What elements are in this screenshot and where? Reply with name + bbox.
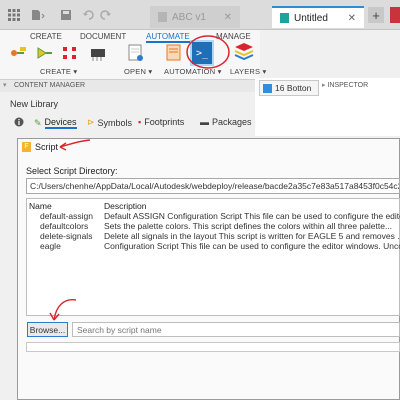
- open-group-label[interactable]: OPEN ▾: [124, 67, 152, 76]
- directory-label: Select Script Directory:: [26, 166, 118, 176]
- column-header-description[interactable]: Description: [104, 201, 147, 211]
- close-icon[interactable]: ✕: [224, 12, 232, 23]
- annotation-circle: [186, 35, 230, 69]
- script-description: Default ASSIGN Configuration Script This…: [104, 211, 400, 221]
- layers-icon[interactable]: [232, 40, 256, 62]
- save-icon[interactable]: [58, 8, 74, 22]
- tab-packages[interactable]: ▬ Packages: [200, 117, 252, 127]
- content-manager-title: CONTENT MANAGER: [14, 82, 86, 89]
- packages-icon: ▬: [200, 117, 209, 127]
- script-row[interactable]: eagle Configuration Script This file can…: [26, 242, 400, 251]
- file-menu-icon[interactable]: [30, 8, 46, 22]
- tab-label: Devices: [44, 117, 77, 129]
- script-name: defaultcolors: [40, 221, 89, 231]
- info-icon[interactable]: [14, 117, 24, 127]
- apps-grid-icon[interactable]: [6, 8, 22, 22]
- add-tab-button[interactable]: +: [368, 7, 384, 23]
- script-name: eagle: [40, 241, 61, 251]
- dialog-status-bar: [26, 342, 400, 352]
- library-title: New Library: [10, 99, 59, 109]
- tab-devices[interactable]: ✎ Devices: [34, 117, 77, 129]
- script-description: Configuration Script This file can be us…: [104, 241, 400, 251]
- layers-group-label[interactable]: LAYERS ▾: [230, 67, 267, 76]
- script-name: default-assign: [40, 211, 93, 221]
- script-description: Delete all signals in the layout This sc…: [104, 231, 400, 241]
- column-header-name[interactable]: Name: [29, 201, 52, 211]
- dialog-title: Script: [35, 142, 59, 152]
- tab-label: Footprints: [144, 117, 185, 127]
- ribbon-tab-create[interactable]: CREATE: [30, 32, 62, 41]
- tab-label: Symbols: [97, 117, 133, 128]
- layer-color-swatch: [263, 83, 272, 93]
- ulp-icon[interactable]: [162, 42, 186, 64]
- script-name: delete-signals: [40, 231, 93, 241]
- create-group-label[interactable]: CREATE ▾: [40, 67, 77, 76]
- annotation-arrow: [49, 299, 77, 321]
- footprints-icon: ▪: [138, 117, 142, 127]
- ribbon-tab-document[interactable]: DOCUMENT: [80, 32, 126, 41]
- redo-icon[interactable]: [98, 8, 114, 22]
- script-search-input[interactable]: [72, 322, 400, 337]
- app-tab-bar: ABC v1 ✕ Untitled ✕ +: [0, 0, 400, 30]
- script-row[interactable]: default-assign Default ASSIGN Configurat…: [26, 212, 400, 221]
- panel-toggle-icon[interactable]: ▸: [322, 82, 326, 89]
- script-row[interactable]: delete-signals Delete all signals in the…: [26, 232, 400, 241]
- tab-label: ABC v1: [172, 11, 206, 23]
- annotation-arrow: [59, 139, 91, 151]
- inspector-title: INSPECTOR: [327, 82, 369, 89]
- document-icon: [280, 13, 289, 23]
- create-package-icon[interactable]: [86, 42, 110, 64]
- undo-icon[interactable]: [80, 8, 96, 22]
- document-icon: [158, 12, 167, 22]
- create-symbol-icon[interactable]: [32, 42, 56, 64]
- tab-footprints[interactable]: ▪ Footprints: [138, 117, 184, 127]
- layer-selector[interactable]: 16 Botton: [259, 80, 319, 96]
- tab-untitled[interactable]: Untitled ✕: [272, 6, 364, 28]
- layer-selector-label: 16 Botton: [275, 83, 312, 93]
- directory-path-field[interactable]: C:/Users/chenhe/AppData/Local/Autodesk/w…: [26, 178, 400, 194]
- dialog-title-bar: F Script: [22, 142, 58, 152]
- tab-label: Untitled: [294, 12, 328, 24]
- inspector-header: ▸ INSPECTOR: [322, 80, 400, 92]
- script-app-icon: F: [22, 142, 31, 152]
- script-description: Sets the palette colors. This script def…: [104, 221, 393, 231]
- library-tabs: ✎ Devices ⊳ Symbols ▪ Footprints ▬ Packa…: [0, 113, 262, 131]
- notification-badge[interactable]: [390, 7, 400, 23]
- tab-label: Packages: [212, 117, 252, 127]
- tab-abc-v1[interactable]: ABC v1 ✕: [150, 6, 240, 28]
- create-device-icon[interactable]: [6, 42, 30, 64]
- tab-symbols[interactable]: ⊳ Symbols: [87, 117, 132, 128]
- script-row[interactable]: defaultcolors Sets the palette colors. T…: [26, 222, 400, 231]
- automation-group-label[interactable]: AUTOMATION ▾: [164, 67, 222, 76]
- panel-toggle-icon[interactable]: ▾: [3, 80, 7, 92]
- browse-button[interactable]: Browse...: [27, 322, 68, 337]
- content-manager-header: ▾ CONTENT MANAGER: [0, 80, 262, 92]
- create-footprint-icon[interactable]: [58, 42, 82, 64]
- devices-icon: ✎: [34, 117, 42, 128]
- symbols-icon: ⊳: [87, 117, 95, 127]
- close-icon[interactable]: ✕: [348, 13, 356, 24]
- open-script-file-icon[interactable]: [124, 42, 148, 64]
